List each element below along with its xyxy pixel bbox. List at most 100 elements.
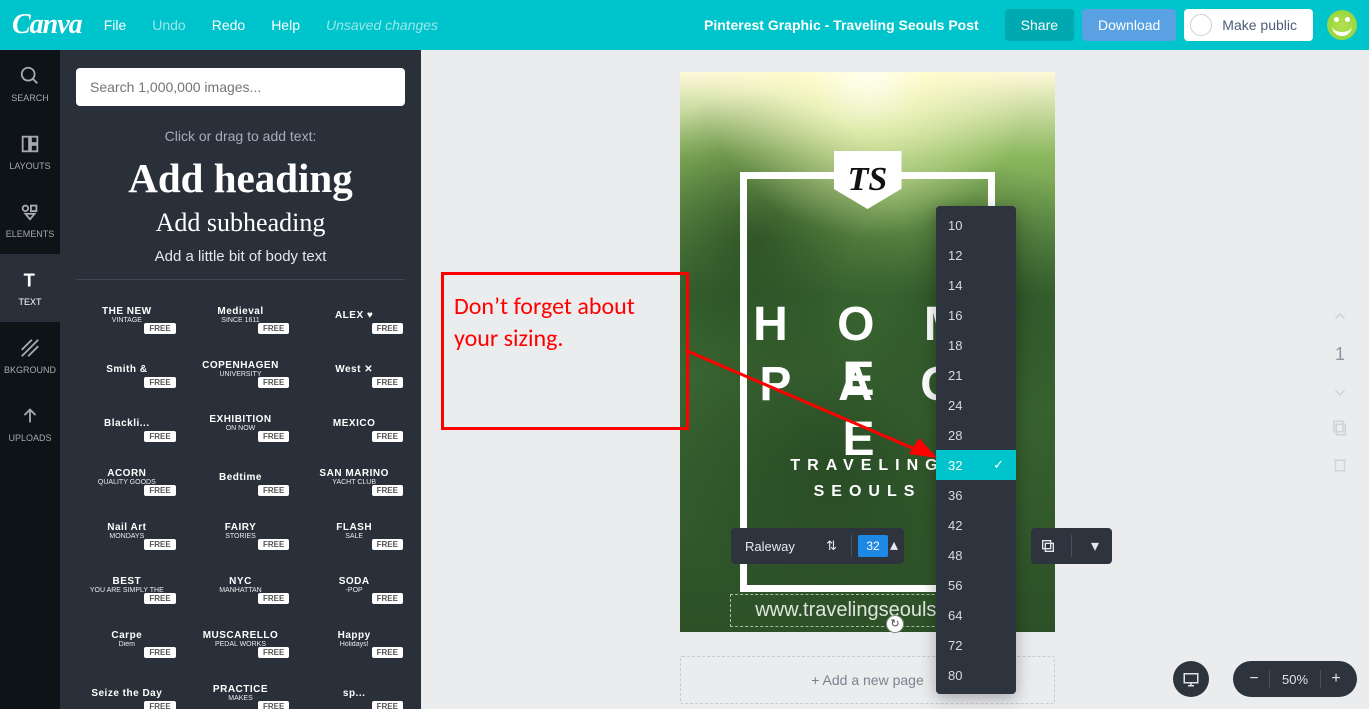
- logo-shield[interactable]: TS: [834, 151, 902, 209]
- text-template[interactable]: MedievalSINCE 1611FREE: [190, 294, 292, 336]
- size-option-28[interactable]: 28: [936, 420, 1016, 450]
- text-template[interactable]: SAN MARINOYACHT CLUBFREE: [303, 456, 405, 498]
- size-option-36[interactable]: 36: [936, 480, 1016, 510]
- size-option-64[interactable]: 64: [936, 600, 1016, 630]
- text-template[interactable]: Smith &FREE: [76, 348, 178, 390]
- shield-text: TS: [848, 161, 888, 199]
- free-badge: FREE: [372, 377, 403, 388]
- text-template[interactable]: ALEX ♥FREE: [303, 294, 405, 336]
- free-badge: FREE: [258, 593, 289, 604]
- text-template[interactable]: West ✕FREE: [303, 348, 405, 390]
- add-heading[interactable]: Add heading: [76, 154, 405, 202]
- text-template[interactable]: PRACTICEMAKESFREE: [190, 672, 292, 709]
- font-size-input[interactable]: [858, 535, 888, 557]
- text-template[interactable]: BESTYOU ARE SIMPLY THEFREE: [76, 564, 178, 606]
- move-down-icon[interactable]: [1331, 383, 1349, 401]
- nav-layouts[interactable]: LAYOUTS: [0, 118, 60, 186]
- text-template[interactable]: BedtimeFREE: [190, 456, 292, 498]
- size-option-56[interactable]: 56: [936, 570, 1016, 600]
- free-badge: FREE: [258, 485, 289, 496]
- chevron-updown-icon: ⇅: [826, 538, 837, 554]
- free-badge: FREE: [144, 485, 175, 496]
- size-option-10[interactable]: 10: [936, 210, 1016, 240]
- annotation-box: Don’t forget about your sizing.: [441, 272, 689, 430]
- text-template[interactable]: SODA-POPFREE: [303, 564, 405, 606]
- logo[interactable]: Canva: [12, 9, 82, 41]
- more-dropdown[interactable]: ▾: [1078, 528, 1112, 564]
- free-badge: FREE: [258, 647, 289, 658]
- copy-button[interactable]: [1031, 528, 1065, 564]
- annotation-arrow: [685, 350, 937, 460]
- nav-search[interactable]: SEARCH: [0, 50, 60, 118]
- text-template[interactable]: COPENHAGENUNIVERSITYFREE: [190, 348, 292, 390]
- text-template[interactable]: CarpeDiemFREE: [76, 618, 178, 660]
- size-dropdown-toggle[interactable]: ▴: [888, 538, 898, 554]
- topbar: Canva File Undo Redo Help Unsaved change…: [0, 0, 1369, 50]
- search-input[interactable]: [76, 68, 405, 106]
- size-option-16[interactable]: 16: [936, 300, 1016, 330]
- free-badge: FREE: [144, 701, 175, 709]
- size-option-48[interactable]: 48: [936, 540, 1016, 570]
- download-button[interactable]: Download: [1082, 9, 1176, 41]
- nav-background[interactable]: BKGROUND: [0, 322, 60, 390]
- text-template[interactable]: Blackli...FREE: [76, 402, 178, 444]
- make-public-button[interactable]: Make public: [1184, 9, 1313, 41]
- size-option-80[interactable]: 80: [936, 660, 1016, 690]
- font-select[interactable]: Raleway ⇅: [737, 538, 845, 554]
- copy-page-icon[interactable]: [1331, 419, 1349, 437]
- page-controls: 1: [1325, 308, 1355, 473]
- size-option-42[interactable]: 42: [936, 510, 1016, 540]
- text-template[interactable]: THE NEWVINTAGEFREE: [76, 294, 178, 336]
- size-option-21[interactable]: 21: [936, 360, 1016, 390]
- share-button[interactable]: Share: [1005, 9, 1074, 41]
- avatar[interactable]: [1327, 10, 1357, 40]
- text-template[interactable]: FAIRYSTORIESFREE: [190, 510, 292, 552]
- present-button[interactable]: [1173, 661, 1209, 697]
- free-badge: FREE: [144, 377, 175, 388]
- zoom-in-button[interactable]: +: [1321, 670, 1351, 688]
- text-template[interactable]: Nail ArtMONDAYSFREE: [76, 510, 178, 552]
- delete-page-icon[interactable]: [1331, 455, 1349, 473]
- text-template[interactable]: FLASHSALEFREE: [303, 510, 405, 552]
- zoom-out-button[interactable]: −: [1239, 670, 1269, 688]
- size-option-18[interactable]: 18: [936, 330, 1016, 360]
- add-subheading[interactable]: Add subheading: [76, 208, 405, 238]
- menu-file[interactable]: File: [104, 17, 127, 33]
- menu-undo[interactable]: Undo: [152, 17, 185, 33]
- size-option-12[interactable]: 12: [936, 240, 1016, 270]
- free-badge: FREE: [372, 323, 403, 334]
- free-badge: FREE: [144, 593, 175, 604]
- free-badge: FREE: [258, 377, 289, 388]
- text-template[interactable]: Seize the DayFREE: [76, 672, 178, 709]
- text-template[interactable]: sp...FREE: [303, 672, 405, 709]
- size-option-72[interactable]: 72: [936, 630, 1016, 660]
- rotate-handle[interactable]: ↻: [886, 615, 904, 633]
- nav-elements-label: ELEMENTS: [6, 229, 55, 239]
- size-option-24[interactable]: 24: [936, 390, 1016, 420]
- size-option-14[interactable]: 14: [936, 270, 1016, 300]
- document-title[interactable]: Pinterest Graphic - Traveling Seouls Pos…: [704, 17, 979, 33]
- free-badge: FREE: [372, 647, 403, 658]
- text-template[interactable]: ACORNQUALITY GOODSFREE: [76, 456, 178, 498]
- nav-uploads[interactable]: UPLOADS: [0, 390, 60, 458]
- menu-redo[interactable]: Redo: [212, 17, 245, 33]
- page-number: 1: [1335, 344, 1345, 365]
- menu-help[interactable]: Help: [271, 17, 300, 33]
- nav-text-label: TEXT: [18, 297, 41, 307]
- text-template[interactable]: NYCMANHATTANFREE: [190, 564, 292, 606]
- zoom-control: − 50% +: [1233, 661, 1357, 697]
- text-template[interactable]: EXHIBITIONON NOWFREE: [190, 402, 292, 444]
- nav-elements[interactable]: ELEMENTS: [0, 186, 60, 254]
- zoom-value[interactable]: 50%: [1270, 672, 1320, 687]
- add-body-text[interactable]: Add a little bit of body text: [76, 248, 405, 265]
- text-template[interactable]: HappyHolidays!FREE: [303, 618, 405, 660]
- text-template[interactable]: MUSCARELLOPEDAL WORKSFREE: [190, 618, 292, 660]
- move-up-icon[interactable]: [1331, 308, 1349, 326]
- text-toolbar: Raleway ⇅ ▴: [731, 528, 904, 564]
- free-badge: FREE: [372, 593, 403, 604]
- nav-text[interactable]: T TEXT: [0, 254, 60, 322]
- left-nav: SEARCH LAYOUTS ELEMENTS T TEXT BKGROUND …: [0, 50, 60, 709]
- text-template[interactable]: MEXICOFREE: [303, 402, 405, 444]
- nav-layouts-label: LAYOUTS: [9, 161, 50, 171]
- size-option-32[interactable]: 32✓: [936, 450, 1016, 480]
